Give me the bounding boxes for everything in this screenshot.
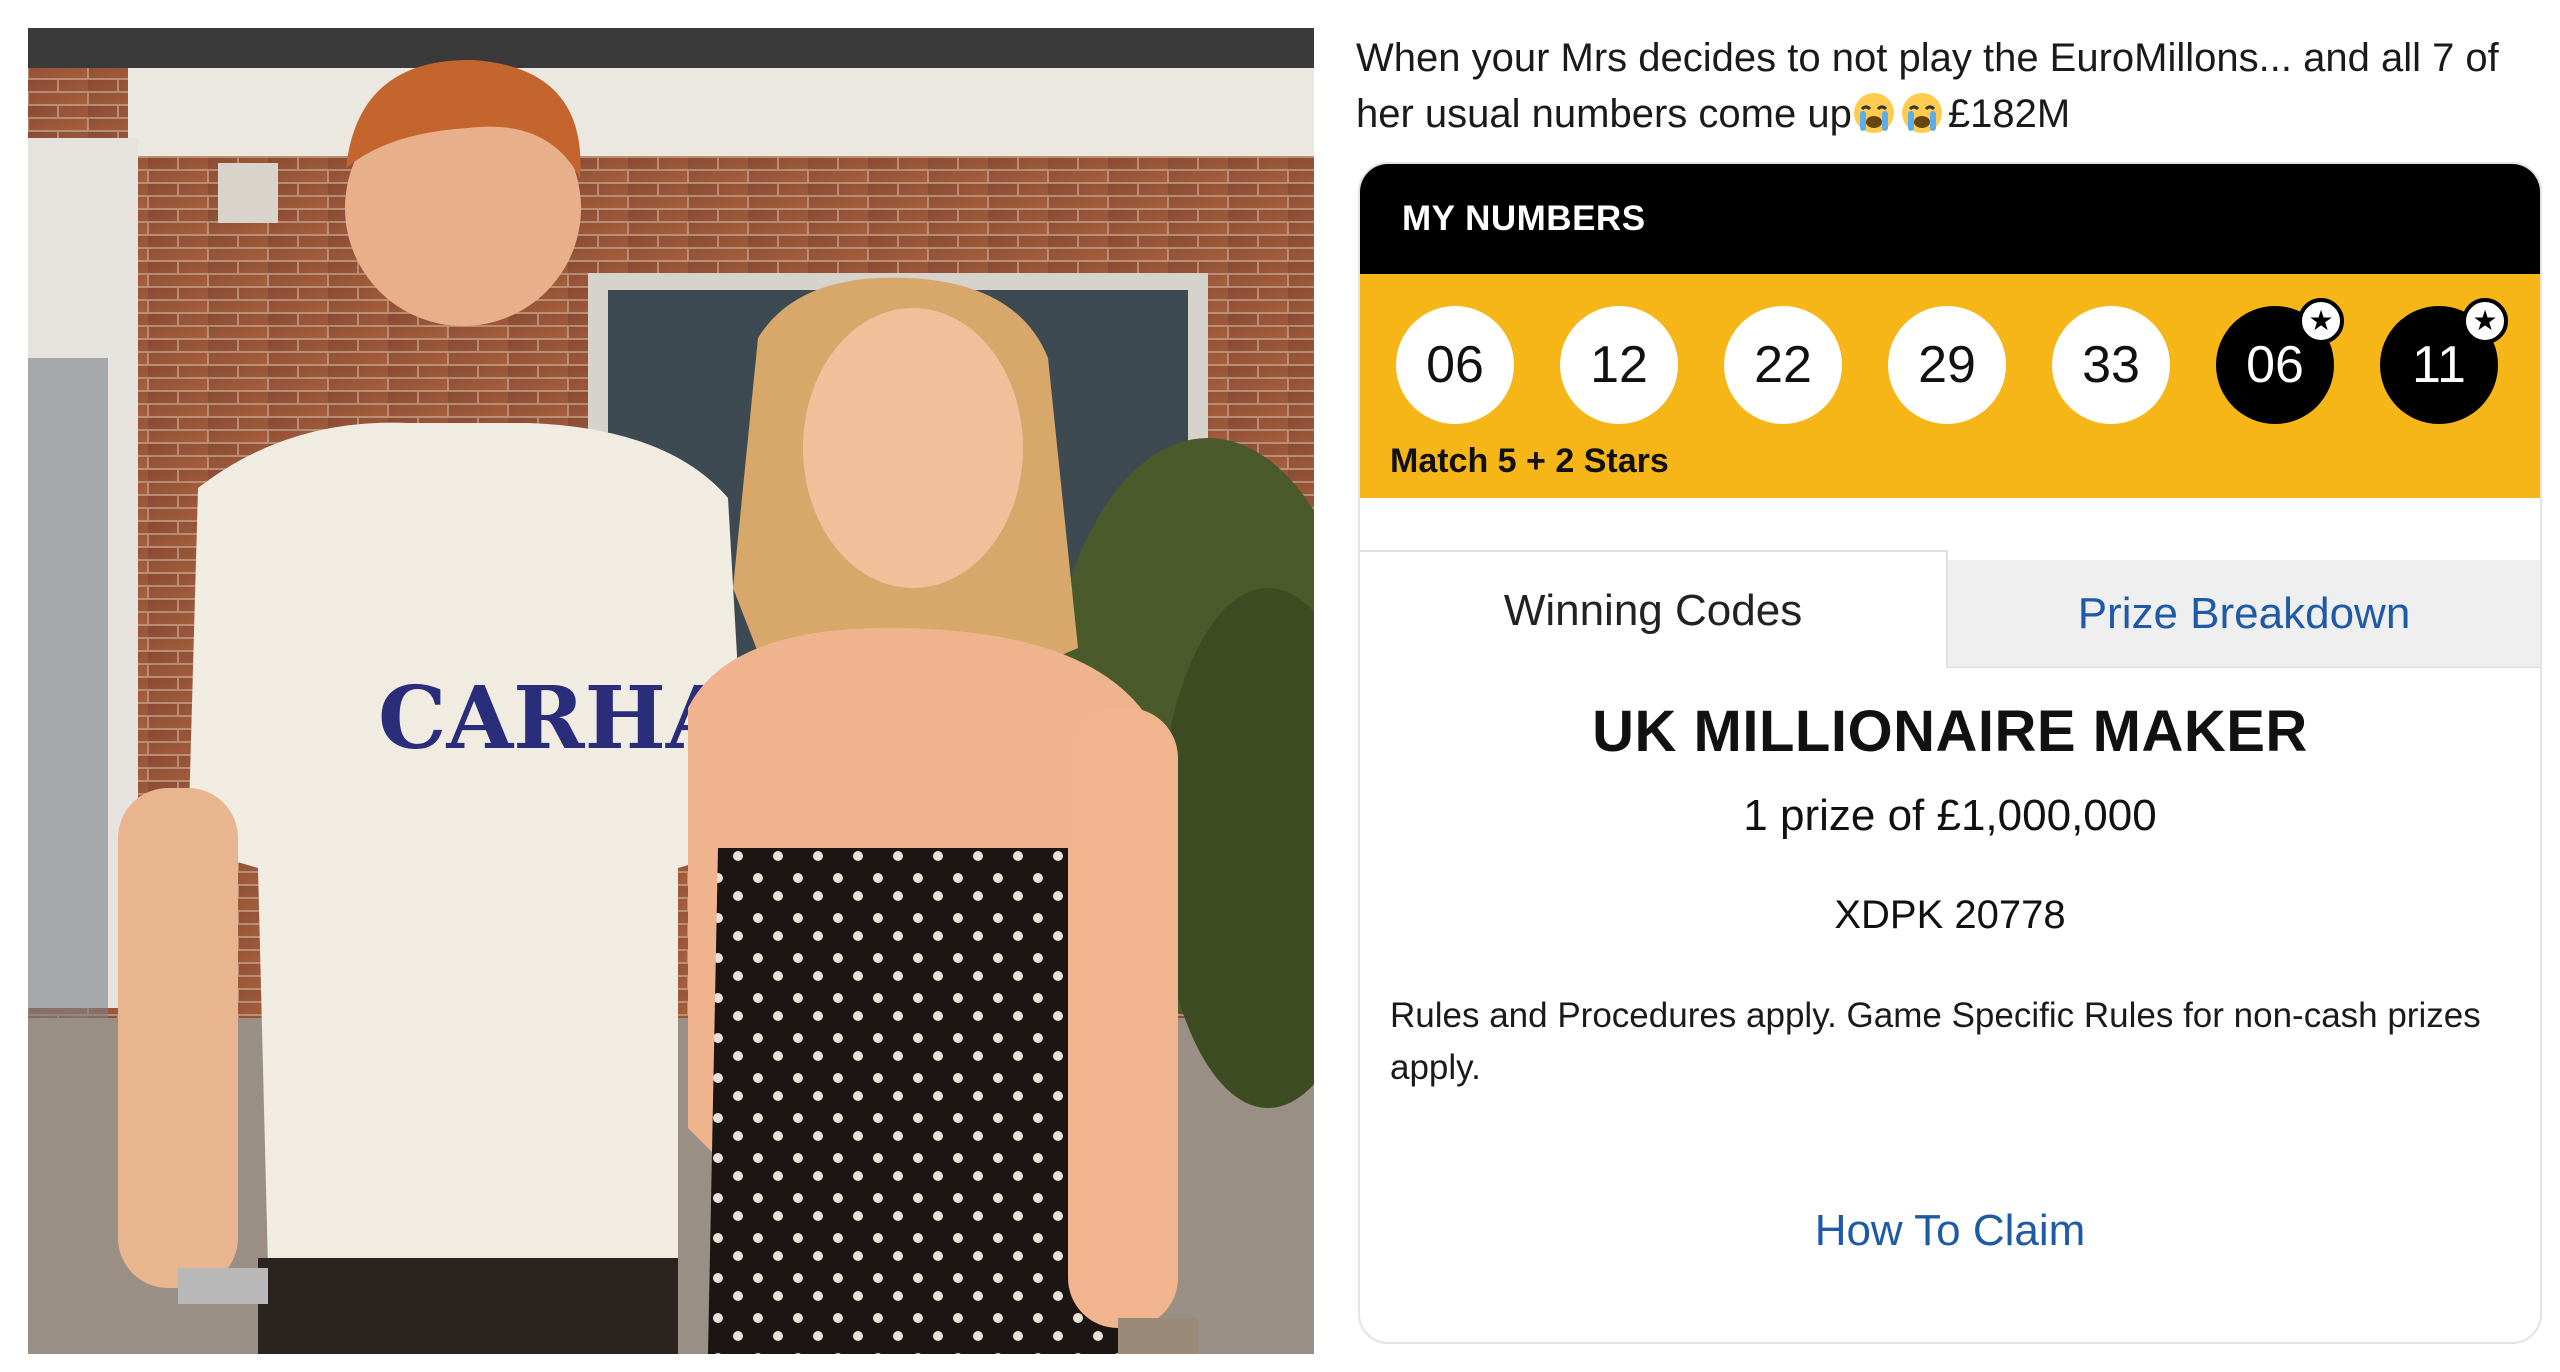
main-number-ball: 22: [1724, 306, 1842, 424]
numbers-strip: 06 12 22 29 33 06 ★ 11 ★ Match 5 + 2 Sta…: [1360, 274, 2540, 498]
lucky-star-ball: 06 ★: [2216, 298, 2344, 424]
star-icon: ★: [2298, 298, 2344, 344]
tweet-text: When your Mrs decides to not play the Eu…: [1356, 30, 2536, 142]
prize-subtitle: 1 prize of £1,000,000: [1743, 791, 2157, 840]
tweet-amount: £182M: [1947, 92, 2071, 136]
star-icon: ★: [2462, 298, 2508, 344]
main-number-ball: 33: [2052, 306, 2170, 424]
prize-code: XDPK 20778: [1834, 893, 2066, 937]
tab-winning-codes[interactable]: Winning Codes: [1360, 550, 1948, 668]
lottery-result-card: MY NUMBERS 06 12 22 29 33 06 ★ 11 ★ Matc…: [1358, 162, 2542, 1344]
main-number-ball: 06: [1396, 306, 1514, 424]
card-header: MY NUMBERS: [1360, 164, 2540, 274]
main-number-ball: 29: [1888, 306, 2006, 424]
lucky-star-number: 11: [2412, 336, 2466, 394]
lucky-star-ball: 11 ★: [2380, 298, 2508, 424]
lucky-star-number: 06: [2246, 336, 2304, 394]
main-number-ball: 12: [1560, 306, 1678, 424]
how-to-claim-link[interactable]: How To Claim: [1360, 1206, 2540, 1256]
prize-title: UK MILLIONAIRE MAKER: [1592, 699, 2308, 764]
loudly-crying-face-icon: [1901, 93, 1942, 133]
couple-photo: CARHARTT: [28, 28, 1314, 1354]
photo-illustration: CARHARTT: [28, 28, 1314, 1354]
match-label: Match 5 + 2 Stars: [1390, 442, 1669, 480]
rules-text: Rules and Procedures apply. Game Specifi…: [1390, 996, 2481, 1087]
tab-bar: Winning Codes Prize Breakdown: [1360, 550, 2540, 668]
tab-prize-breakdown[interactable]: Prize Breakdown: [1948, 560, 2540, 668]
loudly-crying-face-icon: [1853, 93, 1894, 133]
